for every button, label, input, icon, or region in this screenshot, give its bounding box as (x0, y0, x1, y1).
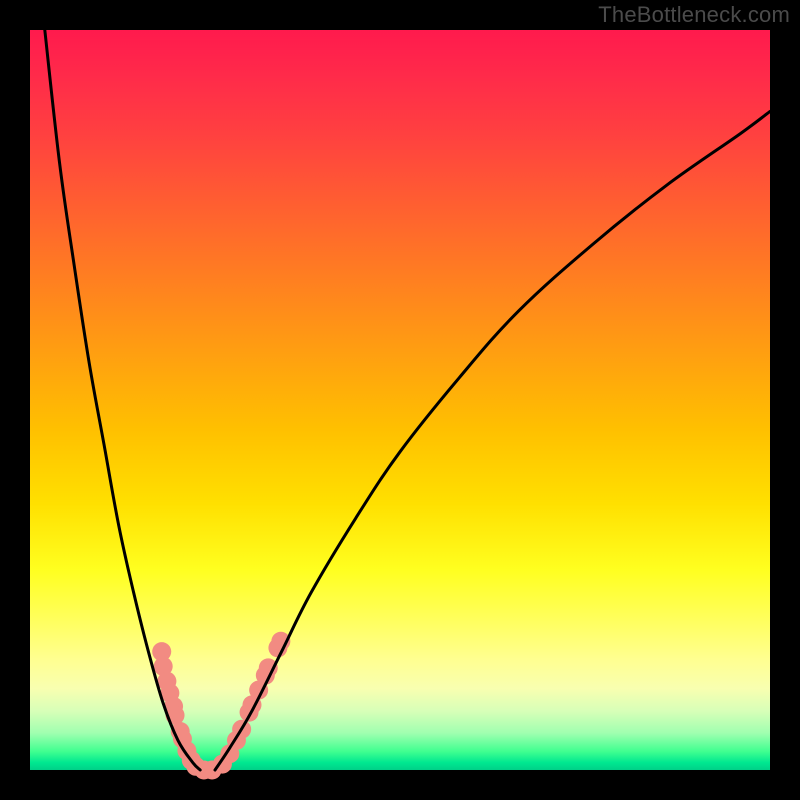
marker-layer (152, 632, 290, 780)
chart-frame: TheBottleneck.com (0, 0, 800, 800)
curve-left-curve (45, 30, 200, 770)
watermark-text: TheBottleneck.com (598, 2, 790, 28)
chart-svg (30, 30, 770, 770)
curve-layer (45, 30, 770, 770)
curve-right-curve (215, 111, 770, 770)
plot-area (30, 30, 770, 770)
